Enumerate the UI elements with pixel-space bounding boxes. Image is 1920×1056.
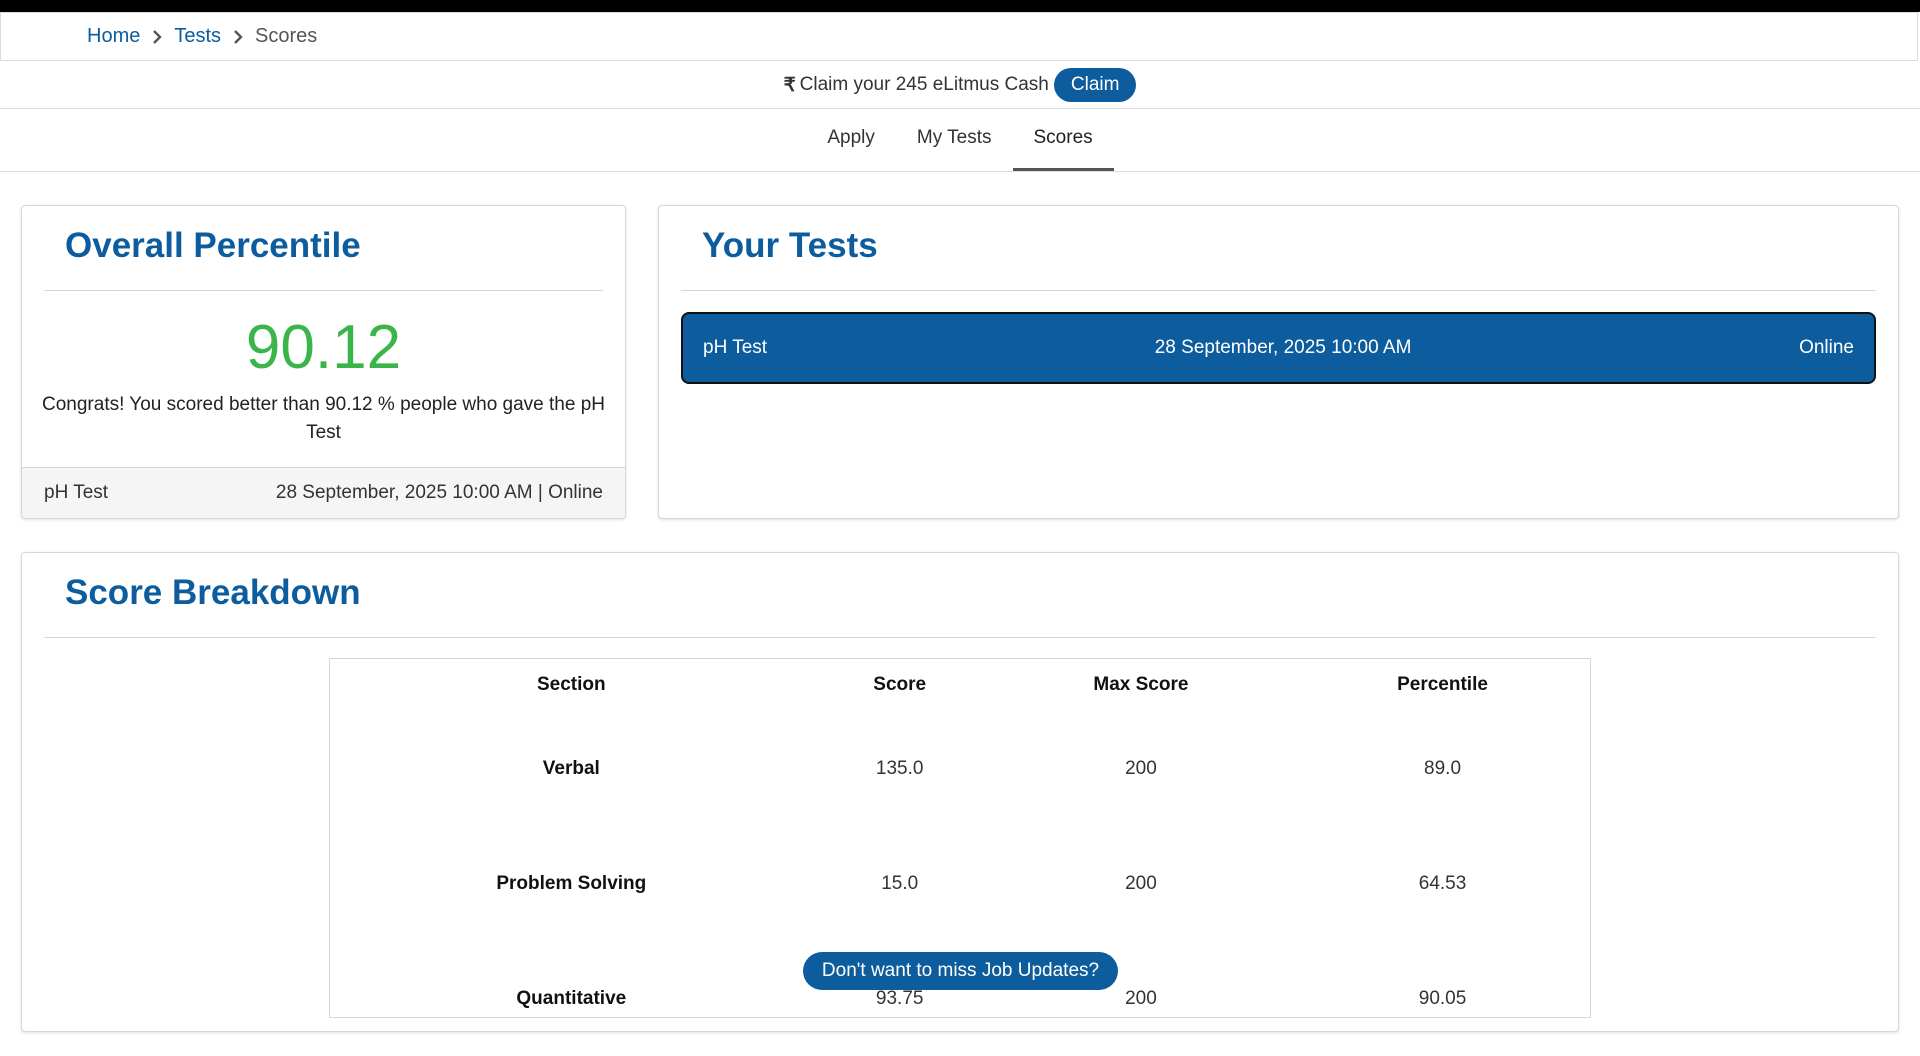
claim-button[interactable]: Claim — [1053, 68, 1137, 102]
cell-section: Verbal — [542, 757, 600, 779]
breadcrumb: Home Tests Scores — [0, 12, 1918, 61]
card-title: Overall Percentile — [65, 226, 361, 265]
cell-percentile: 64.53 — [1418, 872, 1467, 894]
table-row: Problem Solving 15.0 200 64.53 — [330, 826, 1590, 941]
test-mode: Online — [1799, 337, 1854, 358]
claim-cash-bar: ₹ Claim your 245 eLitmus Cash Claim — [0, 62, 1920, 109]
chevron-right-icon — [140, 25, 174, 48]
your-tests-card: Your Tests pH Test 28 September, 2025 10… — [658, 205, 1899, 519]
card-footer: pH Test 28 September, 2025 10:00 AM | On… — [22, 467, 625, 518]
divider — [44, 637, 1876, 638]
breadcrumb-home[interactable]: Home — [87, 25, 140, 48]
job-updates-button[interactable]: Don't want to miss Job Updates? — [803, 952, 1118, 990]
cell-max-score: 200 — [1125, 872, 1157, 894]
cell-section: Problem Solving — [496, 872, 647, 894]
cell-score: 135.0 — [875, 757, 924, 779]
cell-score: 15.0 — [881, 872, 919, 894]
cell-percentile: 90.05 — [1418, 987, 1467, 1009]
footer-test-name: pH Test — [44, 482, 109, 503]
footer-test-meta: 28 September, 2025 10:00 AM | Online — [275, 482, 603, 503]
congrats-message: Congrats! You scored better than 90.12 %… — [42, 394, 606, 443]
cell-max-score: 200 — [1125, 757, 1157, 779]
table-row: Verbal 135.0 200 89.0 — [330, 711, 1590, 826]
overall-percentile-card: Overall Percentile 90.12 Congrats! You s… — [21, 205, 626, 519]
header-percentile: Percentile — [1397, 674, 1488, 695]
header-section: Section — [537, 674, 606, 695]
claim-text: Claim your 245 eLitmus Cash — [799, 74, 1049, 95]
chevron-right-icon — [221, 25, 255, 48]
overall-percentile-value: 90.12 — [245, 313, 402, 382]
tab-apply[interactable]: Apply — [806, 109, 896, 171]
tab-bar: Apply My Tests Scores — [0, 109, 1920, 172]
tab-my-tests[interactable]: My Tests — [896, 109, 1013, 171]
divider — [44, 290, 603, 291]
test-name: pH Test — [703, 337, 768, 358]
cell-percentile: 89.0 — [1424, 757, 1462, 779]
test-list-item[interactable]: pH Test 28 September, 2025 10:00 AM Onli… — [681, 312, 1876, 384]
header-score: Score — [873, 674, 927, 695]
rupee-icon: ₹ — [783, 74, 796, 96]
breadcrumb-current: Scores — [255, 25, 318, 47]
card-title: Score Breakdown — [65, 573, 361, 612]
table-header-row: Section Score Max Score Percentile — [330, 659, 1590, 711]
tab-scores[interactable]: Scores — [1012, 109, 1114, 171]
divider — [681, 290, 1876, 291]
header-max-score: Max Score — [1093, 674, 1189, 695]
card-title: Your Tests — [702, 226, 878, 265]
cell-section: Quantitative — [516, 987, 627, 1009]
breadcrumb-tests[interactable]: Tests — [174, 25, 221, 48]
test-date: 28 September, 2025 10:00 AM — [1154, 337, 1412, 358]
top-black-bar — [0, 0, 1920, 12]
